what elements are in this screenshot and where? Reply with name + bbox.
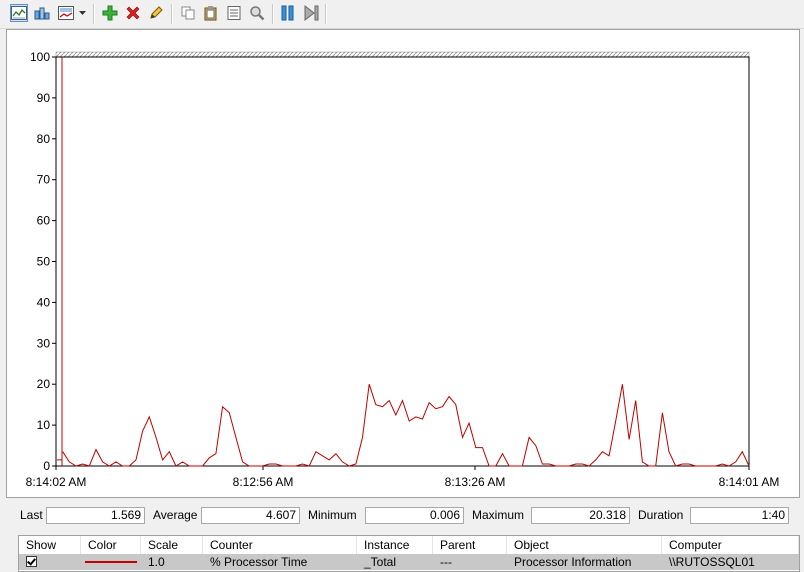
minimum-label: Minimum — [308, 508, 357, 522]
color-swatch — [85, 561, 137, 563]
series-line — [62, 384, 750, 467]
col-show[interactable]: Show — [19, 536, 81, 554]
x-tick-label: 8:14:02 AM — [26, 475, 87, 489]
plot-area — [55, 56, 750, 467]
col-instance[interactable]: Instance — [357, 536, 433, 554]
zoom-icon[interactable] — [248, 4, 266, 22]
maximum-value: 20.318 — [531, 507, 630, 524]
counter-legend: Show Color Scale Counter Instance Parent… — [18, 535, 800, 572]
col-parent[interactable]: Parent — [433, 536, 507, 554]
last-value: 1.569 — [46, 507, 145, 524]
chart-top-hatch — [55, 51, 750, 58]
view-histogram-icon[interactable] — [33, 4, 51, 22]
object-value: Processor Information — [514, 555, 632, 569]
update-data-icon[interactable] — [302, 4, 320, 22]
y-tick-label: 20 — [37, 377, 51, 391]
counter-value: % Processor Time — [210, 555, 308, 569]
col-color[interactable]: Color — [81, 536, 141, 554]
toolbar — [0, 0, 804, 29]
y-tick-label: 80 — [37, 132, 51, 146]
y-tick-label: 100 — [30, 50, 50, 64]
parent-value: --- — [440, 555, 452, 569]
copy-properties-icon[interactable] — [179, 4, 197, 22]
col-object[interactable]: Object — [507, 536, 662, 554]
y-tick-label: 0 — [43, 459, 50, 473]
minimum-value: 0.006 — [365, 507, 464, 524]
add-counter-icon[interactable] — [101, 4, 119, 22]
scale-value: 1.0 — [148, 555, 165, 569]
y-tick-label: 70 — [37, 173, 51, 187]
show-checkbox[interactable] — [26, 556, 37, 567]
average-label: Average — [153, 508, 198, 522]
col-counter[interactable]: Counter — [203, 536, 357, 554]
dropdown-arrow-icon[interactable] — [77, 4, 87, 22]
freeze-display-icon[interactable] — [279, 4, 297, 22]
duration-value: 1:40 — [690, 507, 789, 524]
last-label: Last — [20, 508, 43, 522]
duration-label: Duration — [638, 508, 684, 522]
average-value: 4.607 — [201, 507, 300, 524]
y-tick-label: 30 — [37, 336, 51, 350]
statistics-bar: Last 1.569 Average 4.607 Minimum 0.006 M… — [0, 504, 804, 526]
y-tick-label: 10 — [37, 418, 51, 432]
legend-header: Show Color Scale Counter Instance Parent… — [19, 536, 799, 554]
highlight-icon[interactable] — [147, 4, 165, 22]
change-graph-type-icon[interactable] — [57, 4, 75, 22]
col-scale[interactable]: Scale — [141, 536, 203, 554]
properties-icon[interactable] — [225, 4, 243, 22]
x-tick-label: 8:14:01 AM — [719, 475, 780, 489]
graph-panel: 0 10 20 30 40 50 60 70 80 90 100 8:14:02 AM 8:12:56… — [6, 29, 800, 498]
y-tick-label: 90 — [37, 91, 51, 105]
performance-chart: 0 10 20 30 40 50 60 70 80 90 100 8:14:02 AM 8:12:56… — [26, 50, 780, 489]
x-tick-label: 8:13:26 AM — [445, 475, 506, 489]
y-tick-label: 40 — [37, 295, 51, 309]
delete-counter-icon[interactable] — [124, 4, 142, 22]
paste-counter-list-icon[interactable] — [202, 4, 220, 22]
y-tick-label: 60 — [37, 214, 51, 228]
legend-row[interactable]: 1.0 % Processor Time _Total --- Processo… — [19, 554, 799, 570]
instance-value: _Total — [364, 555, 397, 569]
computer-value: \\RUTOSSQL01 — [669, 555, 755, 569]
view-graph-icon[interactable] — [10, 4, 28, 22]
x-tick-label: 8:12:56 AM — [233, 475, 294, 489]
col-computer[interactable]: Computer — [662, 536, 799, 554]
y-tick-label: 50 — [37, 255, 51, 269]
maximum-label: Maximum — [472, 508, 525, 522]
